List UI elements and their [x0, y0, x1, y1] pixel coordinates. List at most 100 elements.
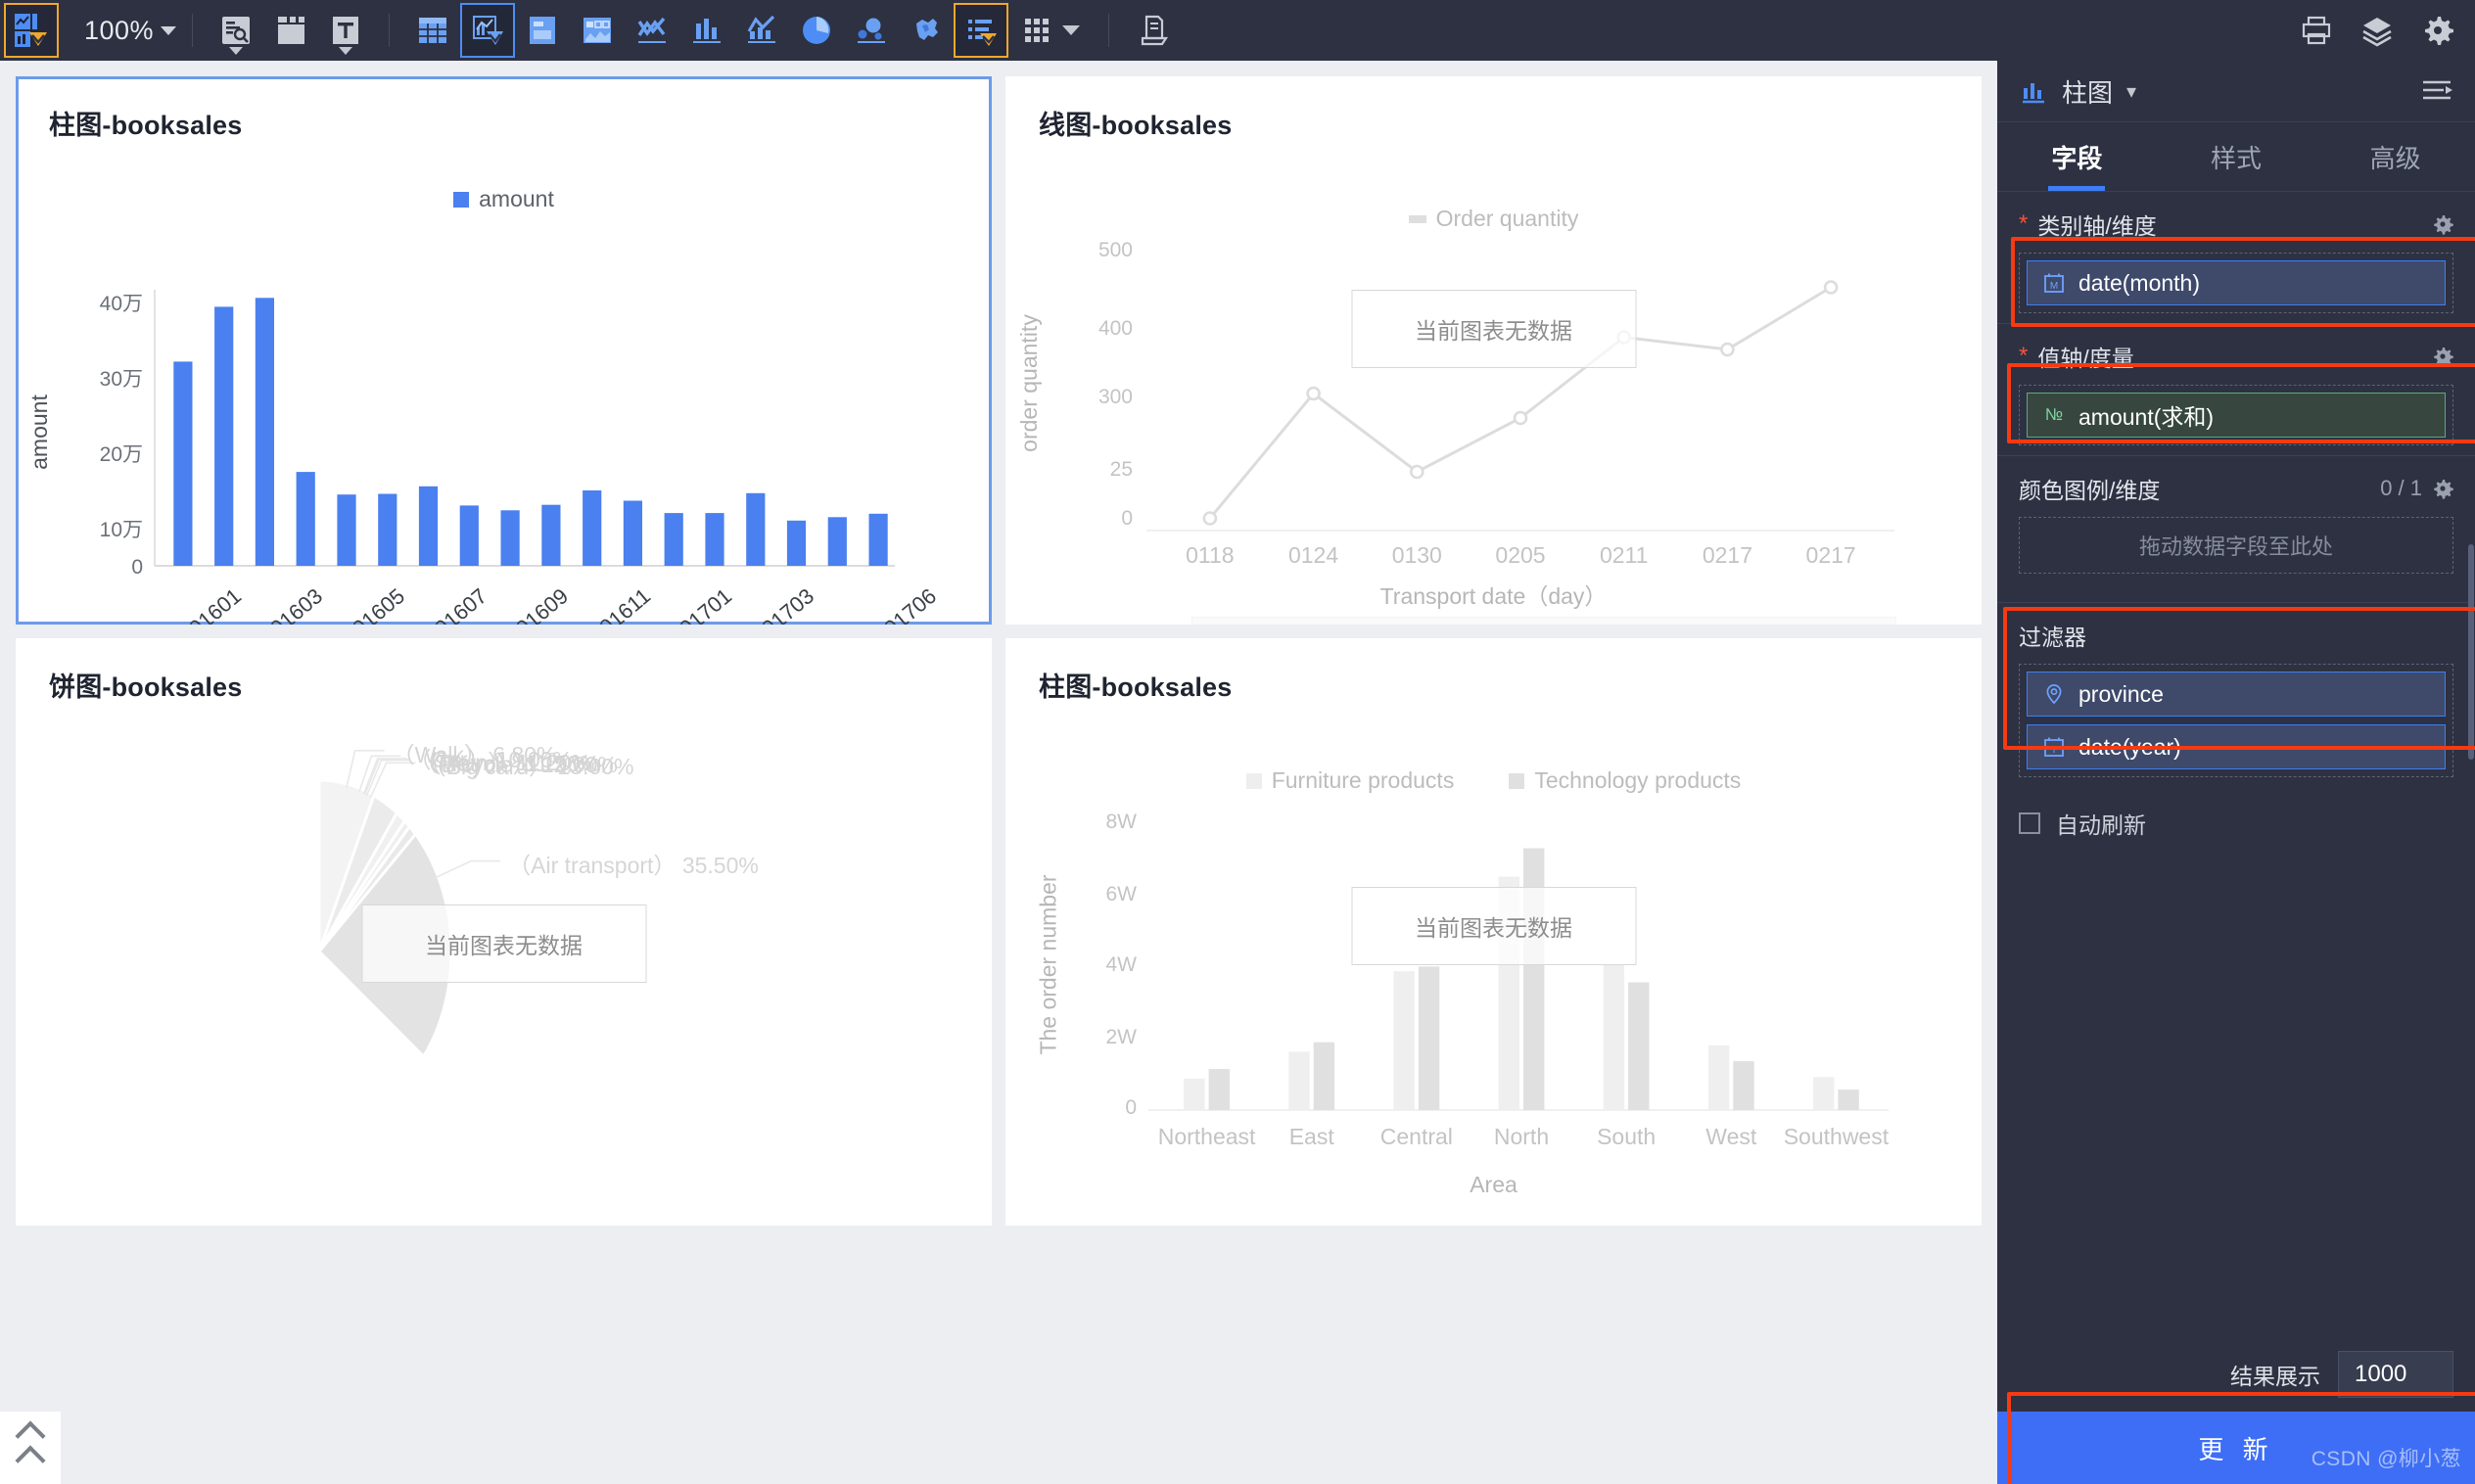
chart-logo-icon[interactable]	[4, 3, 59, 58]
double-chevron-up-icon	[15, 1419, 46, 1476]
x-tick-label: 0205	[1495, 542, 1546, 568]
svg-text:Y: Y	[2051, 745, 2058, 756]
category-axis-dropzone[interactable]: M date(month)	[2019, 253, 2453, 313]
combo-chart-icon[interactable]	[460, 3, 516, 58]
section-label: 类别轴/维度	[2037, 213, 2157, 239]
config-panel-scrollbar[interactable]	[2468, 544, 2474, 760]
query-icon[interactable]	[209, 3, 263, 58]
x-tick-label: 201703	[747, 583, 818, 625]
x-tick-label: Southwest	[1783, 1124, 1890, 1149]
bar-chart-1: amount 40万 30万 20万 10万 0 amount 201601 2…	[16, 76, 992, 625]
legend-item[interactable]: Order quantity	[1408, 206, 1578, 232]
filter-chip-date-year[interactable]: Y date(year)	[2027, 724, 2446, 769]
filter-chip-label: date(year)	[2078, 733, 2181, 760]
calendar-month-icon: M	[2041, 270, 2067, 296]
tab-style[interactable]: 样式	[2157, 122, 2316, 191]
section-filters: 过滤器 province Y date(year)	[1997, 603, 2475, 787]
container-icon[interactable]	[263, 3, 318, 58]
chevron-down-icon	[161, 25, 177, 35]
panel-bar2-booksales[interactable]: 柱图-booksales Furniture products Technolo…	[1005, 638, 1982, 1226]
gear-icon[interactable]	[2432, 346, 2453, 367]
area-chart-icon[interactable]	[734, 3, 789, 58]
config-panel-footer: 结果展示 1000 更 新 CSDN @柳小葱	[1997, 1337, 2475, 1484]
bar-chart-icon[interactable]	[679, 3, 734, 58]
top-toolbar: 100%	[0, 0, 2475, 61]
value-axis-dropzone[interactable]: № amount(求和)	[2019, 385, 2453, 445]
auto-refresh-row[interactable]: 自动刷新	[1997, 787, 2475, 859]
text-icon[interactable]	[318, 3, 373, 58]
color-legend-dropzone[interactable]: 拖动数据字段至此处	[2019, 517, 2453, 574]
chart-type-label[interactable]: 柱图	[2062, 73, 2113, 110]
auto-refresh-checkbox[interactable]	[2019, 812, 2040, 834]
svg-text:M: M	[2050, 281, 2058, 292]
pie-chart-icon[interactable]	[789, 3, 844, 58]
y-tick-label: 0	[1121, 507, 1133, 530]
section-label: 值轴/度量	[2037, 346, 2134, 371]
kpi-card-icon[interactable]	[515, 3, 570, 58]
tab-fields[interactable]: 字段	[1997, 122, 2157, 191]
x-tick-label: 0118	[1186, 542, 1235, 568]
toolbar-right-group	[2289, 3, 2475, 58]
dashboard-icon[interactable]	[570, 3, 625, 58]
collapse-panel-button[interactable]	[0, 1412, 61, 1484]
y-tick-label: 400	[1097, 317, 1133, 340]
gear-icon[interactable]	[2432, 478, 2453, 499]
field-chip-amount-sum[interactable]: № amount(求和)	[2027, 393, 2446, 438]
section-header: 颜色图例/维度 0 / 1	[2019, 472, 2453, 505]
chevron-down-icon[interactable]: ▾	[2126, 79, 2136, 104]
datazoom-slider[interactable]	[1191, 617, 1896, 625]
y-tick-label: 0	[131, 556, 143, 579]
chevron-down-icon	[229, 47, 244, 55]
tab-advanced[interactable]: 高级	[2315, 122, 2475, 191]
field-chip-label: date(month)	[2078, 269, 2201, 296]
y-tick-label: 40万	[99, 293, 143, 315]
no-data-message: 当前图表无数据	[1351, 289, 1636, 368]
y-tick-label: 8W	[1105, 811, 1138, 833]
location-pin-icon	[2041, 681, 2067, 707]
legend-swatch-icon	[453, 191, 470, 208]
legend-swatch-icon	[1408, 214, 1426, 223]
y-tick-label: 10万	[99, 519, 143, 541]
field-chip-date-month[interactable]: M date(month)	[2027, 260, 2446, 305]
y-tick-label: 0	[1125, 1096, 1137, 1119]
panel-bar-booksales[interactable]: 柱图-booksales amount 40万 30万 20万 10万 0 am…	[16, 76, 992, 625]
gear-icon[interactable]	[2410, 3, 2465, 58]
legend-item[interactable]: amount	[453, 186, 554, 212]
update-button[interactable]: 更 新 CSDN @柳小葱	[1997, 1412, 2475, 1484]
x-tick-label: 201706	[869, 583, 942, 625]
x-tick-label: 0211	[1599, 542, 1649, 568]
legend-item[interactable]: Furniture products	[1245, 767, 1454, 794]
x-tick-label: 201603	[257, 583, 328, 625]
map-chart-icon[interactable]	[899, 3, 954, 58]
print-icon[interactable]	[2289, 3, 2344, 58]
grouped-bar-plot	[1148, 848, 1889, 1111]
pie-slice-label: （Walk） 6.80%	[392, 741, 557, 767]
y-tick-label: 30万	[99, 368, 143, 391]
line-chart-icon[interactable]	[625, 3, 679, 58]
gear-icon[interactable]	[2432, 213, 2453, 235]
y-tick-label: 500	[1097, 239, 1133, 261]
x-tick-label: 201701	[665, 583, 737, 625]
print-doc-icon[interactable]	[1125, 3, 1180, 58]
panel-toggle-icon[interactable]	[2420, 77, 2453, 105]
table-icon[interactable]	[405, 3, 460, 58]
list-chart-icon[interactable]	[954, 3, 1009, 58]
grid-more-icon[interactable]	[1008, 3, 1093, 58]
filter-chip-province[interactable]: province	[2027, 672, 2446, 717]
result-limit-input[interactable]: 1000	[2338, 1351, 2453, 1398]
app-root: 100% 柱图-booksales amount 40万 30万 20万 10万…	[0, 0, 2475, 1484]
y-tick-label: 300	[1097, 386, 1133, 408]
bubble-chart-icon[interactable]	[844, 3, 899, 58]
panel-pie-booksales[interactable]: 饼图-booksales （Air transport） 35.50% （Metr…	[16, 638, 992, 1226]
panel-line-booksales[interactable]: 线图-booksales Order quantity 500 400 300 …	[1005, 76, 1982, 625]
x-tick-label: 0217	[1702, 542, 1752, 568]
x-tick-label: 0217	[1805, 542, 1856, 568]
legend-label: Technology products	[1534, 767, 1742, 793]
zoom-level-selector[interactable]: 100%	[84, 16, 177, 46]
color-legend-counter: 0 / 1	[2380, 476, 2422, 500]
config-tabs: 字段 样式 高级	[1997, 121, 2475, 192]
legend-item[interactable]: Technology products	[1509, 767, 1741, 794]
layers-icon[interactable]	[2350, 3, 2405, 58]
filter-chip-label: province	[2078, 680, 2164, 707]
filters-dropzone[interactable]: province Y date(year)	[2019, 664, 2453, 777]
